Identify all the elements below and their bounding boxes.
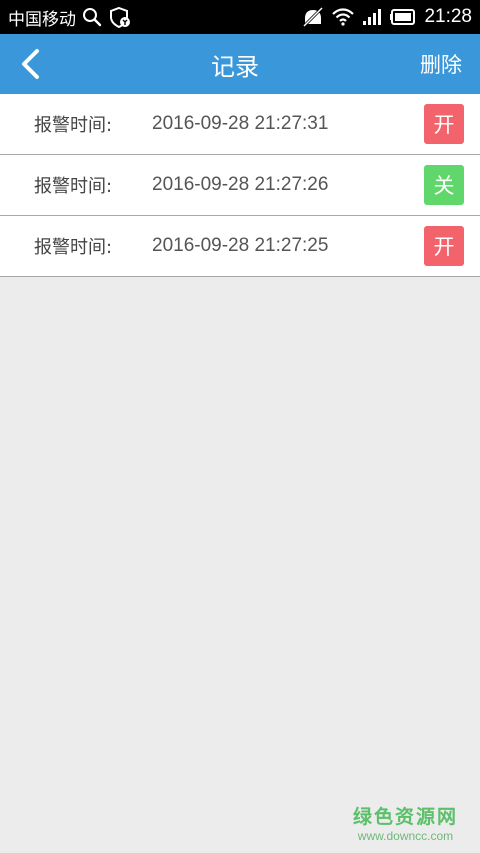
search-icon [82, 7, 102, 27]
record-row[interactable]: 报警时间: 2016-09-28 21:27:26 关 [0, 155, 480, 216]
back-button[interactable] [0, 34, 60, 94]
record-list: 报警时间: 2016-09-28 21:27:31 开 报警时间: 2016-0… [0, 94, 480, 277]
battery-icon [390, 9, 416, 25]
state-badge-on: 开 [424, 226, 464, 266]
row-time: 2016-09-28 21:27:31 [152, 113, 329, 134]
page-title: 记录 [211, 52, 259, 81]
row-time: 2016-09-28 21:27:26 [152, 174, 329, 195]
delete-button[interactable]: 删除 [410, 49, 480, 79]
chevron-left-icon [22, 49, 39, 79]
watermark-main: 绿色资源网 [352, 806, 458, 828]
wifi-icon [332, 8, 355, 26]
status-left: 中国移动 [8, 5, 302, 30]
state-badge-on: 开 [424, 104, 464, 144]
state-badge-off: 关 [424, 165, 464, 205]
status-bar: 中国移动 21:28 [0, 0, 480, 34]
watermark: 绿色资源网 www.downcc.com [353, 802, 458, 843]
row-label: 报警时间: [34, 237, 113, 258]
clock: 21:28 [424, 6, 472, 27]
watermark-url: www.downcc.com [357, 829, 454, 843]
record-row[interactable]: 报警时间: 2016-09-28 21:27:31 开 [0, 94, 480, 155]
signal-icon [362, 8, 382, 26]
carrier-name: 中国移动 [8, 9, 76, 30]
record-row[interactable]: 报警时间: 2016-09-28 21:27:25 开 [0, 216, 480, 277]
row-time: 2016-09-28 21:27:25 [152, 235, 329, 256]
status-right: 21:28 [302, 6, 472, 28]
mute-icon [302, 7, 324, 27]
row-label: 报警时间: [34, 176, 113, 197]
app-header: 记录 删除 [0, 34, 480, 94]
row-label: 报警时间: [34, 115, 113, 136]
shield-icon [108, 6, 132, 28]
